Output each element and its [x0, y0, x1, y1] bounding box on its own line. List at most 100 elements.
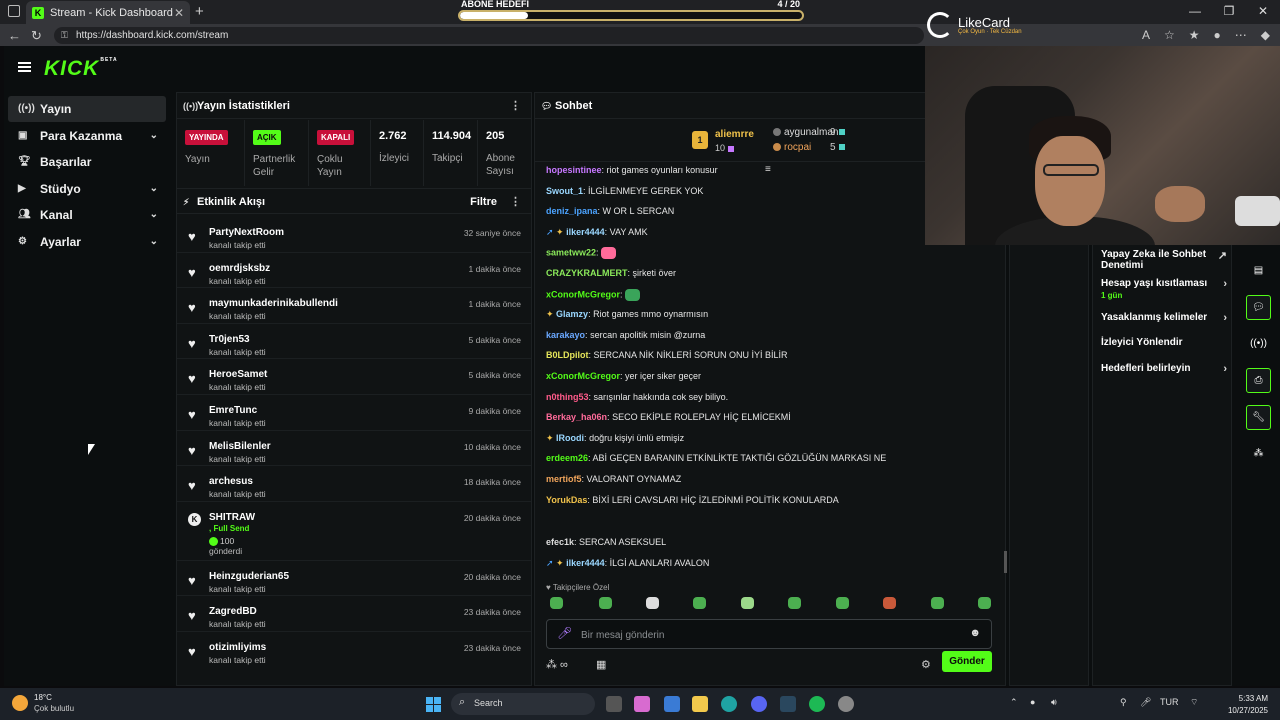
heart-icon: ♥: [188, 264, 196, 280]
chat-scrollbar[interactable]: [1004, 551, 1007, 573]
new-tab-icon[interactable]: +: [195, 3, 204, 20]
reload-icon[interactable]: ↻: [31, 28, 42, 44]
sidebar-item-kanal[interactable]: 👥︎ Kanal ⌄: [8, 202, 166, 228]
store-icon[interactable]: [664, 696, 680, 712]
app-icon[interactable]: [838, 696, 854, 712]
leader-first-name[interactable]: aliemrre: [715, 129, 754, 140]
activity-title: Etkinlik Akışı: [197, 196, 266, 208]
url-field[interactable]: ⚿ https://dashboard.kick.com/stream: [54, 27, 924, 44]
setting-banned-words[interactable]: Yasaklanmış kelimeler ›: [1101, 312, 1227, 324]
mouse-cursor: [88, 444, 95, 455]
chat-message: YorukDas: BİXİ LERİ CAVSLARI HİÇ İZLEDİN…: [546, 494, 839, 505]
emote-icon[interactable]: [693, 597, 706, 609]
chat-message: xConorMcGregor:: [546, 288, 641, 301]
sidebar-item-basarilar[interactable]: 🏆︎ Başarılar: [8, 149, 166, 175]
activity-header: ⚡︎ Etkinlik Akışı Filtre ⋮: [177, 188, 531, 214]
volume-icon[interactable]: 🔊︎: [1051, 697, 1057, 708]
task-view-icon[interactable]: [606, 696, 622, 712]
discord-icon[interactable]: [751, 696, 767, 712]
print-icon[interactable]: ⎙: [1246, 368, 1271, 393]
favorites-icon[interactable]: ★: [1189, 28, 1200, 42]
taskbar-search[interactable]: ⌕ Search: [451, 693, 595, 715]
menu-icon[interactable]: [18, 62, 31, 72]
wallet-icon: ▣: [18, 129, 28, 141]
activity-more-icon[interactable]: ⋮: [510, 189, 521, 215]
kick-coin-icon: K: [188, 512, 201, 526]
heart-icon: ♥: [188, 406, 196, 422]
network-icon[interactable]: ⚲: [1120, 697, 1127, 708]
emote-icon[interactable]: [978, 597, 991, 609]
stats-more-icon[interactable]: ⋮: [510, 93, 521, 119]
language-indicator[interactable]: TUR: [1160, 697, 1179, 707]
spotify-icon[interactable]: [809, 696, 825, 712]
emote-icon[interactable]: [550, 597, 563, 609]
read-aloud-icon[interactable]: A: [1142, 28, 1150, 42]
notes-icon[interactable]: ▤: [1246, 259, 1271, 284]
lightning-icon: ⚡︎: [183, 197, 190, 207]
clock[interactable]: 5:33 AM 10/27/2025: [1228, 693, 1268, 717]
close-window-icon[interactable]: ✕: [1246, 0, 1280, 24]
sidebar-item-studyo[interactable]: ▶ Stüdyo ⌄: [8, 176, 166, 202]
sidebar-item-yayin[interactable]: ((•)) Yayın: [8, 96, 166, 122]
emote-icon[interactable]: [836, 597, 849, 609]
emote-icon[interactable]: [741, 597, 754, 609]
sidebar-item-para-kazanma[interactable]: ▣ Para Kazanma ⌄: [8, 123, 166, 149]
start-icon[interactable]: [426, 697, 441, 712]
site-info-icon[interactable]: ⚿: [61, 27, 68, 44]
tray-app-icon[interactable]: ●: [1030, 697, 1035, 707]
more-menu-icon[interactable]: ⋯: [1235, 28, 1247, 42]
sidebar-item-ayarlar[interactable]: ⚙ Ayarlar ⌄: [8, 229, 166, 255]
chat-title: Sohbet: [555, 100, 593, 112]
browser-tab[interactable]: K Stream - Kick Dashboard ✕: [26, 1, 190, 24]
steam-icon[interactable]: [780, 696, 796, 712]
badge-icon: ➚: [546, 558, 557, 568]
wifi-icon[interactable]: ⌔: [1190, 697, 1198, 708]
tray-overflow-icon[interactable]: ⌃: [1010, 697, 1018, 708]
copilot-icon[interactable]: ◆: [1261, 28, 1270, 42]
kick-logo[interactable]: KICKBETA: [44, 57, 118, 81]
bookmark-icon[interactable]: ☆: [1164, 28, 1175, 42]
broadcast-icon: ((•)): [18, 103, 35, 114]
chevron-down-icon: ⌄: [149, 209, 158, 221]
file-explorer-icon[interactable]: [692, 696, 708, 712]
kick-favicon-icon: K: [32, 6, 44, 19]
emote-icon: [601, 247, 617, 260]
edge-icon[interactable]: [721, 696, 737, 712]
emote-icon[interactable]: [788, 597, 801, 609]
badge-icon: ✦: [546, 309, 557, 320]
filter-button[interactable]: Filtre: [470, 189, 497, 215]
gift-icon[interactable]: ▦: [596, 658, 606, 671]
mic-tray-icon[interactable]: 🎤︎: [1140, 697, 1151, 708]
wrench-icon[interactable]: 🔧︎: [1246, 405, 1271, 430]
emoji-icon[interactable]: ☻: [969, 627, 981, 639]
window-menu-icon[interactable]: [8, 5, 20, 17]
chat-icon[interactable]: 💬︎: [1246, 295, 1271, 320]
setting-goals[interactable]: Hedefleri belirleyin ›: [1101, 363, 1227, 375]
stat-multistream[interactable]: KAPALI Çoklu Yayın: [309, 120, 371, 186]
profile-icon[interactable]: ●: [1214, 28, 1221, 42]
emote-icon[interactable]: [599, 597, 612, 609]
copilot-app-icon[interactable]: [634, 696, 650, 712]
back-icon[interactable]: ←: [8, 28, 21, 43]
send-button[interactable]: Gönder: [942, 651, 992, 672]
leader-third-name[interactable]: rocpai: [773, 142, 811, 153]
apps-icon[interactable]: ⁂: [1246, 442, 1271, 467]
emote-icon[interactable]: [883, 597, 896, 609]
microphone-icon[interactable]: 🎤︎: [557, 626, 572, 640]
minimize-icon[interactable]: —: [1178, 0, 1212, 24]
setting-ai-moderation[interactable]: Yapay Zeka ile Sohbet Denetimi ↗: [1101, 249, 1227, 271]
setting-raid[interactable]: İzleyici Yönlendir: [1101, 337, 1227, 348]
setting-account-age[interactable]: Hesap yaşı kısıtlaması 1 gün ›: [1101, 278, 1227, 300]
chat-message-input[interactable]: [581, 627, 941, 643]
emote-icon[interactable]: [931, 597, 944, 609]
tab-close-icon[interactable]: ✕: [174, 6, 184, 20]
chat-tools-icon[interactable]: ⁂ ∞: [546, 658, 568, 671]
gem-icon: [728, 145, 735, 152]
broadcast-icon[interactable]: ((•)): [1246, 332, 1271, 357]
chat-settings-icon[interactable]: ⚙: [921, 658, 931, 671]
chat-input-box: 🎤︎ ☻: [546, 619, 992, 649]
stat-partner[interactable]: AÇIK Partnerlik Gelir: [245, 120, 309, 186]
leader-second-name[interactable]: aygunalman: [773, 127, 838, 138]
restore-icon[interactable]: ❐: [1212, 0, 1246, 24]
emote-icon[interactable]: [646, 597, 659, 609]
